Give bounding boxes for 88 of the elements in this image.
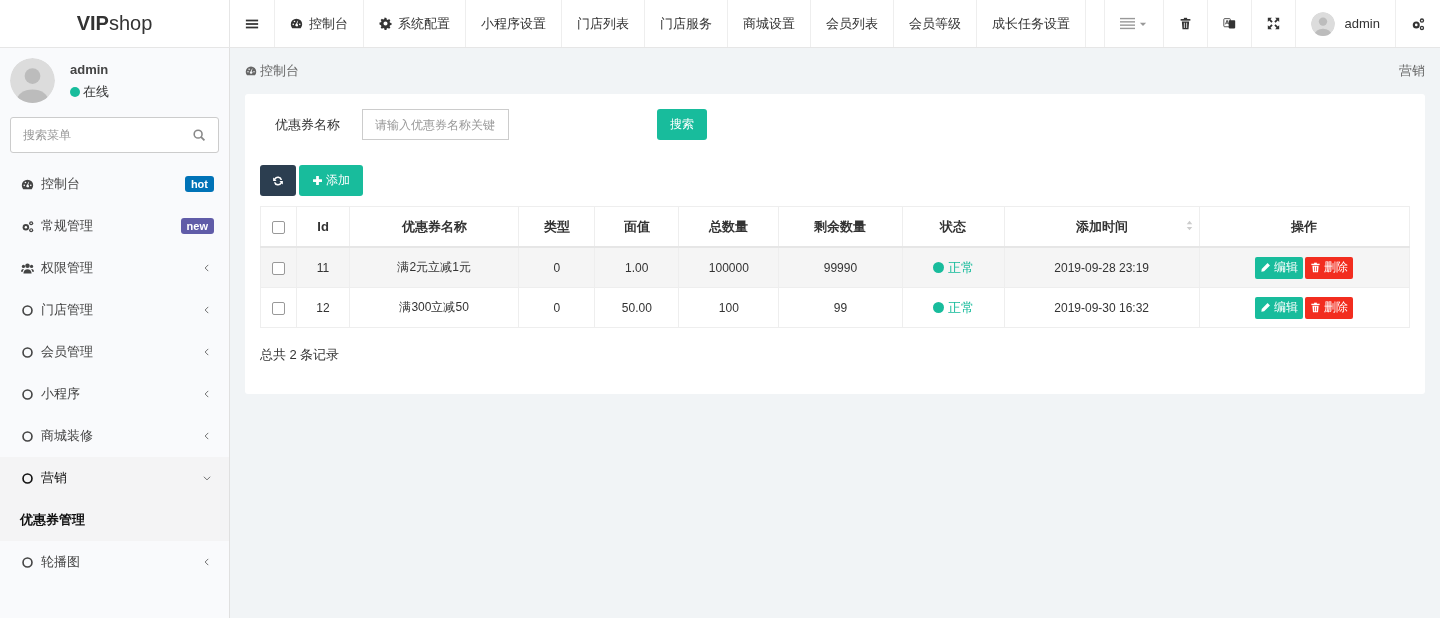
menu-item[interactable]: 小程序: [0, 373, 229, 415]
nav-tab[interactable]: 门店服务: [645, 0, 728, 47]
logo-text: VIPshop: [0, 0, 230, 47]
dashboard-icon: [290, 17, 303, 30]
settings-icon: [379, 17, 392, 30]
gears-icon: [21, 219, 34, 233]
table-cell: 12: [316, 300, 330, 315]
checkbox[interactable]: [272, 221, 285, 235]
menu-item[interactable]: 权限管理: [0, 247, 229, 289]
pencil-icon: [1260, 302, 1272, 313]
circle-icon: [21, 471, 34, 485]
avatar-icon: [1310, 11, 1335, 36]
menu-badge: new: [180, 218, 214, 234]
refresh-button[interactable]: [260, 165, 296, 196]
status-text: 正常: [947, 258, 974, 277]
table-cell: 99: [833, 300, 848, 315]
plus-icon: [312, 175, 323, 186]
circle-icon: [21, 303, 34, 317]
table-cell: 11: [316, 260, 330, 275]
table-cell: 2019-09-30 16:32: [1054, 300, 1150, 315]
delete-button[interactable]: 删除: [1305, 256, 1354, 279]
input-field[interactable]: 请输入优惠券名称关键: [362, 109, 509, 140]
dashboard-icon: [245, 65, 257, 77]
table-cell: 0: [553, 260, 561, 275]
table-cell: 0: [553, 300, 561, 315]
table-cell: 2019-09-28 23:19: [1054, 260, 1150, 275]
circle-icon: [21, 429, 34, 443]
nav-tab[interactable]: 会员等级: [894, 0, 977, 47]
menu-item[interactable]: 会员管理: [0, 331, 229, 373]
avatar-icon: [10, 58, 55, 103]
nav-tab[interactable]: 成长任务设置: [977, 0, 1086, 47]
table-cell: 100000: [708, 260, 749, 275]
breadcrumb-link[interactable]: 控制台: [260, 62, 299, 80]
menu-item[interactable]: 轮播图: [0, 541, 229, 583]
table-cell: 100: [718, 300, 739, 315]
table-cell: 50.00: [621, 300, 652, 315]
column-header: 优惠券名称: [401, 218, 467, 234]
nav-tab[interactable]: 小程序设置: [466, 0, 562, 47]
table-cell: 99990: [823, 260, 858, 275]
column-header: 总数量: [709, 218, 749, 234]
dashboard-icon: [21, 177, 34, 191]
column-header: Id: [317, 219, 329, 234]
column-header[interactable]: 添加时间: [1075, 218, 1128, 234]
column-header: 剩余数量: [814, 218, 867, 234]
table-cell: 满2元立减1元: [397, 260, 471, 274]
nav-tab[interactable]: 控制台: [275, 0, 364, 47]
menu-item[interactable]: 商城装修: [0, 415, 229, 457]
column-header: 状态: [940, 218, 967, 234]
menu-item[interactable]: 营销: [0, 457, 229, 499]
menu-item[interactable]: 常规管理 new: [0, 205, 229, 247]
translate-icon: [1222, 17, 1236, 30]
trash-icon: [1310, 302, 1322, 313]
column-header: 面值: [623, 218, 650, 234]
record-count: 总共 2 条记录: [260, 346, 341, 364]
trash-icon: [1178, 17, 1192, 30]
status-text: 正常: [947, 298, 974, 317]
nav-tab[interactable]: 会员列表: [811, 0, 894, 47]
users-icon: [21, 261, 34, 275]
refresh-icon: [272, 174, 284, 187]
nav-tab[interactable]: 门店列表: [562, 0, 645, 47]
table-cell: 1.00: [625, 260, 649, 275]
user-menu[interactable]: admin: [1295, 0, 1396, 47]
circle-icon: [21, 387, 34, 401]
nav-tab[interactable]: 系统配置: [364, 0, 466, 47]
submenu-item[interactable]: 优惠券管理: [0, 499, 229, 541]
delete-button[interactable]: 删除: [1305, 296, 1354, 319]
field-label: 优惠券名称: [275, 115, 340, 134]
table-cell: 满300立减50: [399, 300, 469, 314]
column-header: 类型: [543, 218, 570, 234]
search-field[interactable]: 搜索菜单: [10, 117, 219, 153]
trash-icon: [1310, 262, 1322, 273]
nav-tab[interactable]: 商城设置: [728, 0, 811, 47]
circle-icon: [21, 555, 34, 569]
menu-badge: hot: [184, 176, 214, 192]
search-icon: [192, 128, 206, 142]
breadcrumb-item: 营销: [1399, 62, 1425, 80]
fullscreen-icon: [1266, 17, 1280, 30]
menu-item[interactable]: 控制台 hot: [0, 163, 229, 205]
checkbox[interactable]: [272, 301, 285, 315]
list-icon: [1119, 16, 1135, 31]
status-text: 在线: [83, 83, 109, 101]
menu-item[interactable]: 门店管理: [0, 289, 229, 331]
column-header: 操作: [1291, 218, 1318, 234]
pencil-icon: [1260, 262, 1272, 273]
gears-icon: [1411, 16, 1425, 31]
user-name: admin: [70, 62, 109, 77]
circle-icon: [21, 345, 34, 359]
checkbox[interactable]: [272, 261, 285, 275]
